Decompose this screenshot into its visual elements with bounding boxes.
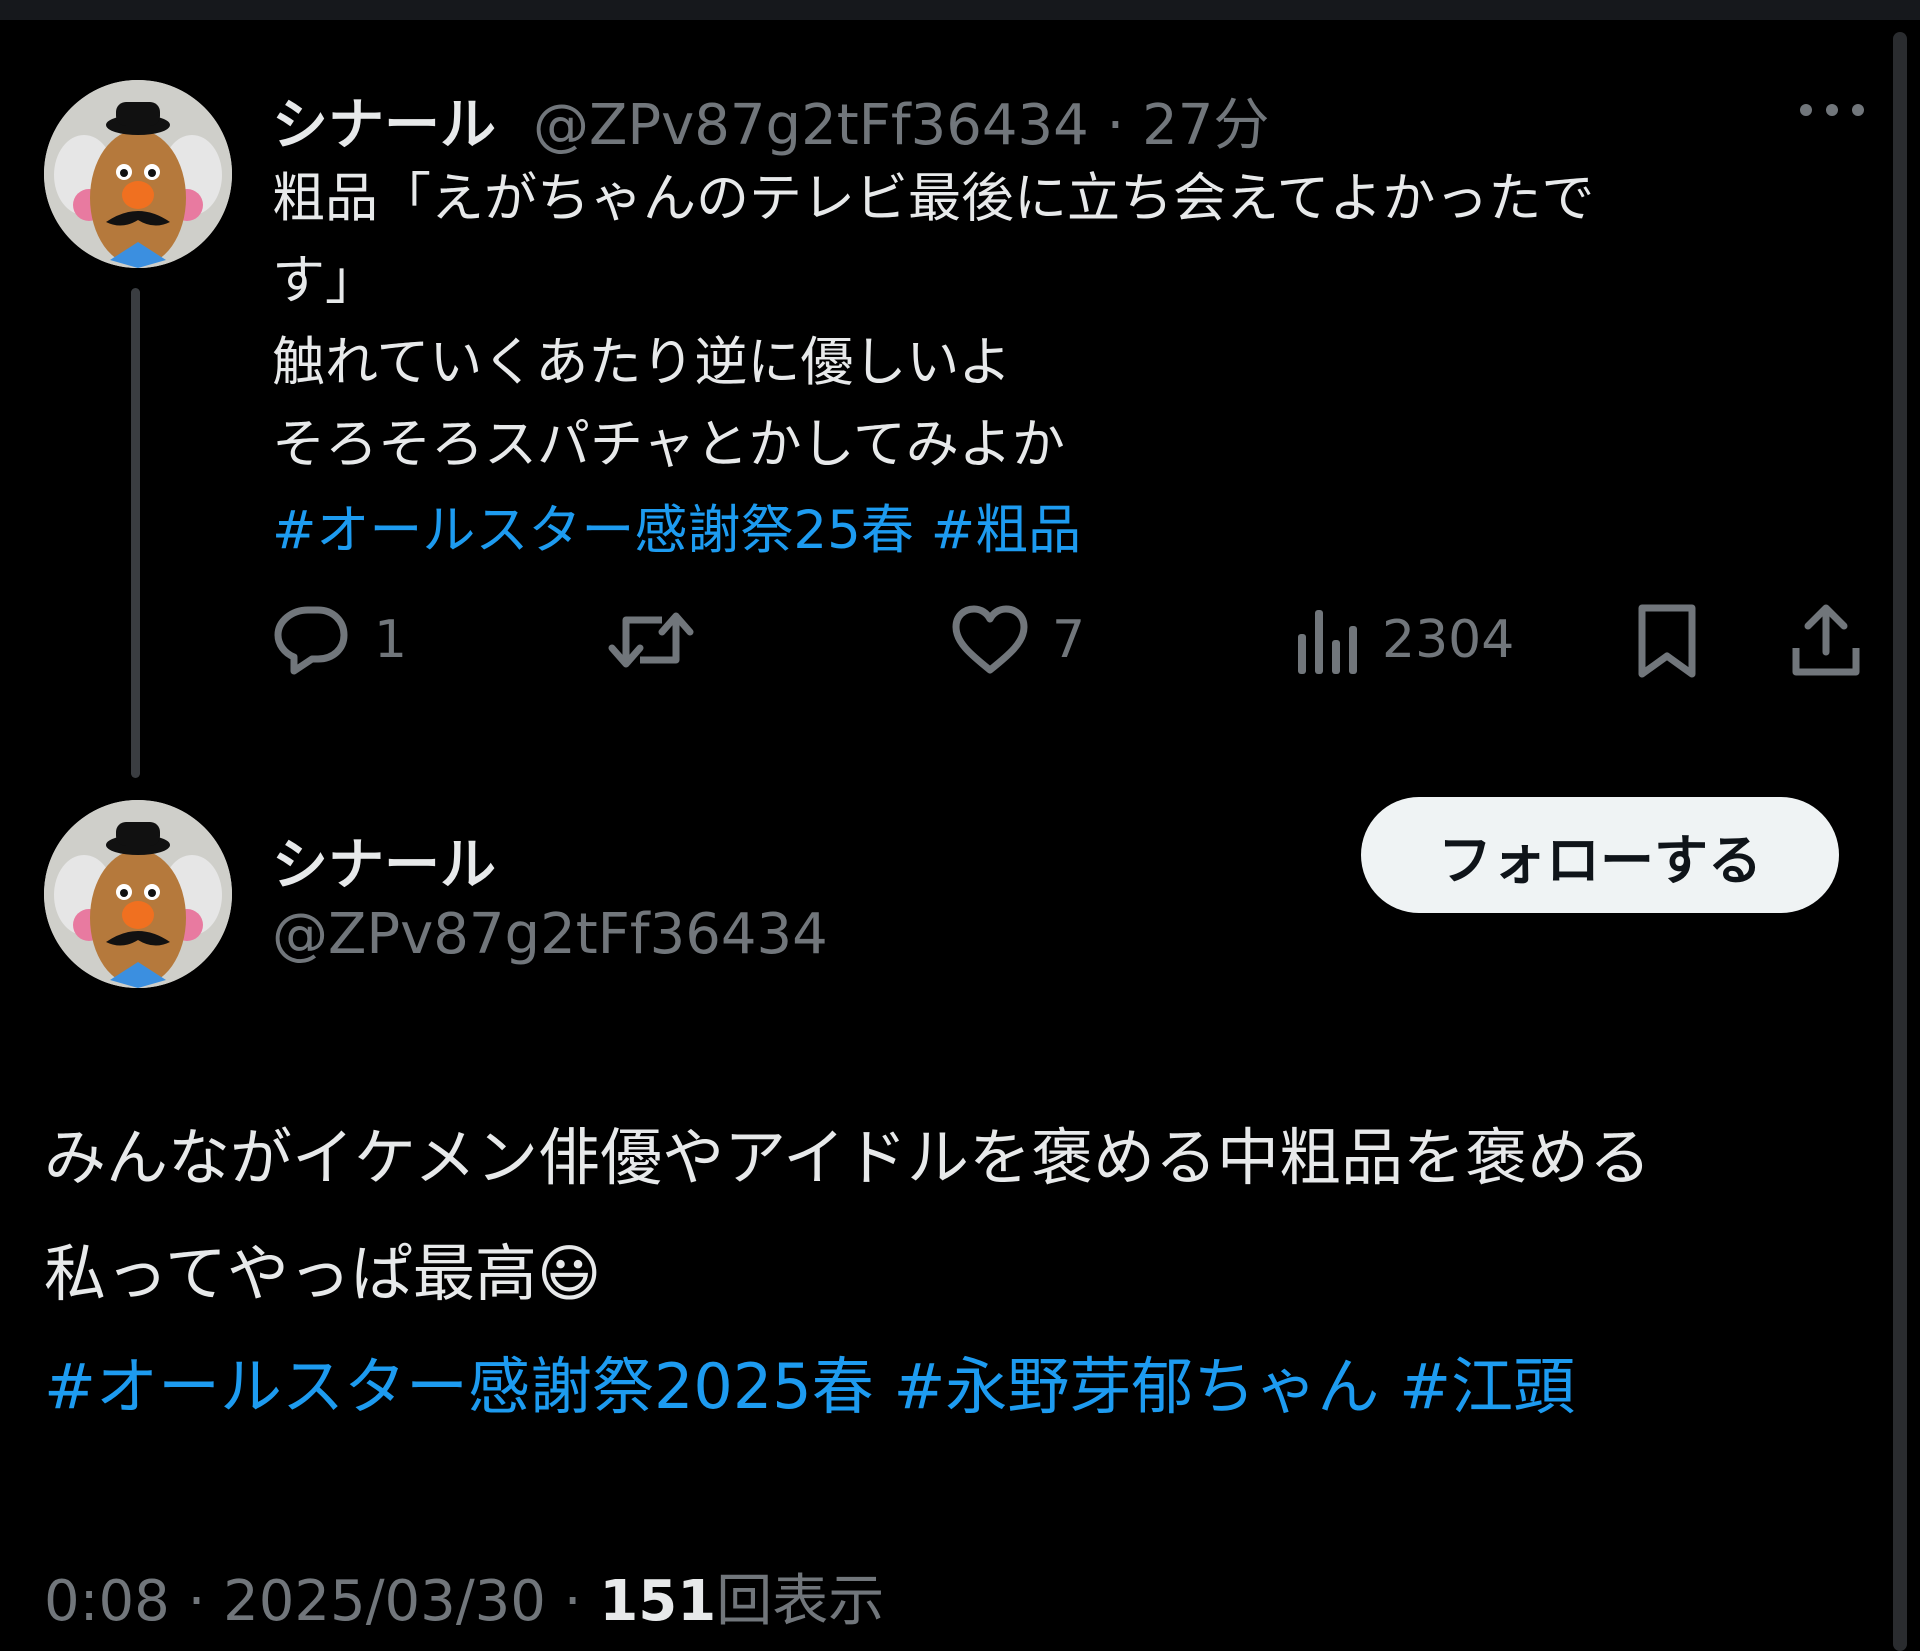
like-icon bbox=[952, 605, 1028, 674]
display-name[interactable]: シナール bbox=[272, 820, 496, 901]
text-line: みんながイケメン俳優やアイドルを褒める中粗品を褒める bbox=[44, 1121, 1652, 1194]
retweet-button[interactable] bbox=[606, 604, 696, 676]
text-line: す」 bbox=[272, 250, 378, 311]
tweet-text: みんながイケメン俳優やアイドルを褒める中粗品を褒める 私ってやっぱ最高😃 bbox=[44, 1100, 1651, 1332]
separator: · bbox=[545, 1569, 600, 1634]
top-bar bbox=[0, 0, 1920, 20]
hashtags: #オールスター感謝祭25春 #粗品 bbox=[272, 488, 1081, 564]
like-button[interactable]: 7 bbox=[950, 604, 1085, 676]
views-label: 回表示 bbox=[716, 1569, 885, 1634]
hashtag-link[interactable]: #永野芽郁ちゃん bbox=[893, 1350, 1379, 1423]
handle[interactable]: @ZPv87g2tFf36434 bbox=[272, 902, 828, 967]
follow-button[interactable]: フォローする bbox=[1361, 797, 1839, 913]
text-line: そろそろスパチャとかしてみよか bbox=[272, 414, 1065, 475]
hashtag-link[interactable]: #オールスター感謝祭2025春 bbox=[44, 1350, 874, 1423]
hashtags: #オールスター感謝祭2025春 #永野芽郁ちゃん #江頭 bbox=[44, 1336, 1575, 1426]
timestamp[interactable]: 27分 bbox=[1142, 93, 1269, 158]
separator: · bbox=[1088, 93, 1143, 158]
bookmark-icon bbox=[1638, 604, 1696, 678]
thread-line bbox=[131, 288, 140, 778]
text-line: 触れていくあたり逆に優しいよ bbox=[272, 332, 1012, 393]
reply-count: 1 bbox=[374, 610, 408, 670]
more-icon[interactable] bbox=[1796, 92, 1868, 128]
display-name[interactable]: シナール bbox=[272, 80, 496, 161]
share-icon bbox=[1792, 604, 1860, 676]
share-button[interactable] bbox=[1790, 602, 1862, 680]
bookmark-button[interactable] bbox=[1636, 602, 1698, 680]
avatar[interactable] bbox=[44, 80, 232, 268]
reply-icon bbox=[274, 606, 348, 675]
hashtag-link[interactable]: #オールスター感謝祭25春 bbox=[272, 500, 914, 561]
avatar[interactable] bbox=[44, 800, 232, 988]
post-time[interactable]: 0:08 bbox=[44, 1569, 170, 1634]
retweet-icon bbox=[608, 612, 694, 668]
views-number: 151 bbox=[599, 1569, 717, 1634]
avatar-image bbox=[44, 80, 232, 268]
post-date[interactable]: 2025/03/30 bbox=[223, 1569, 546, 1634]
views-button[interactable]: 2304 bbox=[1296, 604, 1514, 676]
separator: · bbox=[169, 1569, 224, 1634]
text-line: 粗品「えがちゃんのテレビ最後に立ち会えてよかったで bbox=[272, 168, 1595, 229]
views-icon bbox=[1298, 610, 1357, 674]
reply-button[interactable]: 1 bbox=[272, 604, 407, 676]
text-line: 私ってやっぱ最高😃 bbox=[44, 1237, 602, 1310]
views-count: 2304 bbox=[1382, 610, 1515, 670]
tweet-text: 粗品「えがちゃんのテレビ最後に立ち会えてよかったで す」 触れていくあたり逆に優… bbox=[272, 158, 1594, 486]
like-count: 7 bbox=[1052, 610, 1086, 670]
scrollbar[interactable] bbox=[1893, 32, 1907, 1651]
tweet-meta: 0:08 · 2025/03/30 · 151回表示 bbox=[44, 1556, 884, 1637]
hashtag-link[interactable]: #江頭 bbox=[1399, 1350, 1575, 1423]
avatar-image bbox=[44, 800, 232, 988]
hashtag-link[interactable]: #粗品 bbox=[931, 500, 1081, 561]
handle[interactable]: @ZPv87g2tFf36434 bbox=[533, 93, 1089, 158]
handle-and-time[interactable]: @ZPv87g2tFf36434 · 27分 bbox=[533, 80, 1269, 161]
